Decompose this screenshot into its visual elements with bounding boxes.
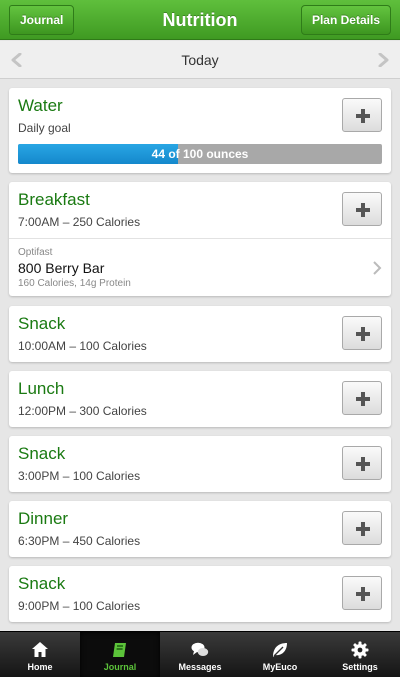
meal-card-dinner: Dinner 6:30PM – 450 Calories [9, 501, 391, 557]
date-navigator: Today [0, 41, 400, 79]
meal-detail: 12:00PM – 300 Calories [18, 404, 147, 418]
add-food-button[interactable] [342, 511, 382, 545]
meal-title: Lunch [18, 379, 65, 398]
tab-label: MyEuco [262, 662, 298, 672]
plus-icon [356, 457, 370, 471]
food-brand: Optifast [18, 247, 53, 258]
meal-card-breakfast: Breakfast 7:00AM – 250 Calories Optifast… [9, 182, 391, 296]
home-icon [32, 642, 48, 657]
plus-icon [356, 203, 370, 217]
food-entry-row[interactable]: Optifast 800 Berry Bar 160 Calories, 14g… [9, 238, 391, 296]
food-nutrition: 160 Calories, 14g Protein [18, 278, 131, 289]
meal-detail: 6:30PM – 450 Calories [18, 534, 141, 548]
chevron-right-icon[interactable] [376, 53, 390, 67]
plus-icon [356, 109, 370, 123]
meal-card-snack: Snack 9:00PM – 100 Calories [9, 566, 391, 622]
add-food-button[interactable] [342, 316, 382, 350]
add-food-button[interactable] [342, 446, 382, 480]
meal-title: Dinner [18, 509, 69, 528]
food-name: 800 Berry Bar [18, 260, 105, 276]
current-date: Today [181, 52, 219, 68]
chevron-right-icon [373, 261, 382, 275]
meal-title: Snack [18, 574, 66, 593]
plus-icon [356, 327, 370, 341]
bottom-tab-bar: Home Journal Messages MyEuco Settings [0, 631, 400, 677]
journal-back-button[interactable]: Journal [9, 5, 75, 35]
add-water-button[interactable] [342, 98, 382, 132]
plan-details-button[interactable]: Plan Details [300, 5, 391, 35]
meal-title: Breakfast [18, 190, 90, 209]
tab-myeuco[interactable]: MyEuco [240, 632, 320, 677]
add-food-button[interactable] [342, 192, 382, 226]
meal-title: Snack [18, 444, 66, 463]
meal-detail: 10:00AM – 100 Calories [18, 339, 147, 353]
meal-title: Snack [18, 314, 66, 333]
tab-label: Messages [178, 662, 222, 672]
journal-back-label: Journal [20, 13, 64, 27]
tab-label: Journal [103, 662, 137, 672]
water-progress-text: 44 of 100 ounces [151, 147, 249, 161]
water-title: Water [18, 96, 63, 115]
plus-icon [356, 587, 370, 601]
tab-label: Home [27, 662, 53, 672]
journal-icon [113, 643, 126, 657]
leaf-icon [273, 643, 287, 657]
meal-detail: 3:00PM – 100 Calories [18, 469, 141, 483]
meal-detail: 7:00AM – 250 Calories [18, 215, 141, 229]
gear-icon [351, 641, 369, 659]
plan-details-label: Plan Details [311, 13, 380, 27]
add-food-button[interactable] [342, 576, 382, 610]
add-food-button[interactable] [342, 381, 382, 415]
meal-detail: 9:00PM – 100 Calories [18, 599, 141, 613]
top-bar: Nutrition Journal Plan Details [0, 0, 400, 40]
meal-card-snack: Snack 3:00PM – 100 Calories [9, 436, 391, 492]
water-subtitle: Daily goal [18, 121, 71, 135]
tab-journal[interactable]: Journal [80, 632, 160, 677]
meal-card-snack: Snack 10:00AM – 100 Calories [9, 306, 391, 362]
meal-card-lunch: Lunch 12:00PM – 300 Calories [9, 371, 391, 427]
plus-icon [356, 522, 370, 536]
tab-label: Settings [342, 662, 378, 672]
tab-home[interactable]: Home [0, 632, 80, 677]
plus-icon [356, 392, 370, 406]
tab-messages[interactable]: Messages [160, 632, 240, 677]
tab-settings[interactable]: Settings [320, 632, 400, 677]
water-progress-bar: 44 of 100 ounces [18, 144, 382, 164]
water-card: Water Daily goal 44 of 100 ounces [9, 88, 391, 173]
messages-icon [191, 642, 209, 656]
